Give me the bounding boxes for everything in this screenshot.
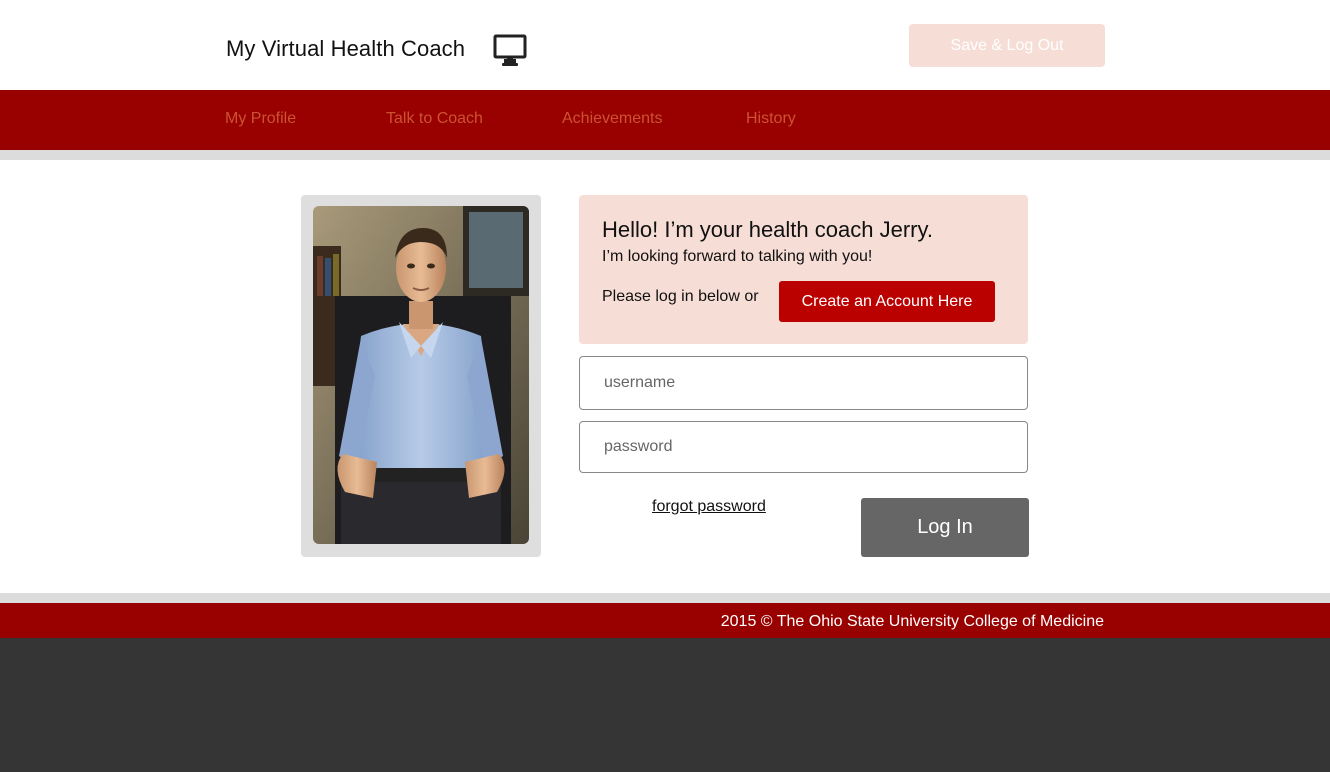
nav-achievements[interactable]: Achievements <box>562 110 663 128</box>
create-account-button[interactable]: Create an Account Here <box>779 281 995 322</box>
nav-my-profile[interactable]: My Profile <box>225 110 296 128</box>
username-input[interactable] <box>579 356 1028 410</box>
login-button[interactable]: Log In <box>861 498 1029 557</box>
top-header: My Virtual Health Coach Save & Log Out <box>0 0 1330 90</box>
forgot-password-link[interactable]: forgot password <box>652 498 766 516</box>
coach-avatar <box>313 206 529 544</box>
coach-avatar-illustration <box>313 206 529 544</box>
app-title: My Virtual Health Coach <box>226 36 466 61</box>
footer-copyright: 2015 © The Ohio State University College… <box>720 613 1104 630</box>
save-logout-button[interactable]: Save & Log Out <box>909 24 1105 67</box>
login-prompt: Please log in below or <box>602 288 759 305</box>
welcome-subtitle: I’m looking forward to talking with you! <box>602 248 873 265</box>
main-content: Hello! I’m your health coach Jerry. I’m … <box>0 160 1330 593</box>
welcome-panel: Hello! I’m your health coach Jerry. I’m … <box>579 195 1028 344</box>
nav-talk-to-coach[interactable]: Talk to Coach <box>386 110 483 128</box>
welcome-title: Hello! I’m your health coach Jerry. <box>602 217 933 242</box>
main-nav: My Profile Talk to Coach Achievements Hi… <box>0 90 1330 150</box>
footer-divider <box>0 593 1330 603</box>
password-input[interactable] <box>579 421 1028 473</box>
nav-divider <box>0 150 1330 160</box>
coach-avatar-frame <box>301 195 541 557</box>
monitor-icon <box>493 34 527 66</box>
nav-history[interactable]: History <box>746 110 796 128</box>
footer: 2015 © The Ohio State University College… <box>0 603 1330 638</box>
